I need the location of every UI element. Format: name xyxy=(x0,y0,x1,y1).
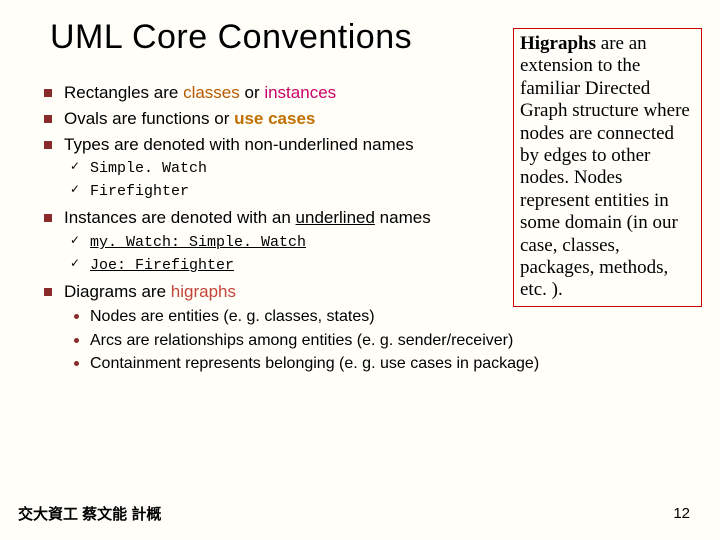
text: Ovals are functions or xyxy=(64,109,234,128)
bullet-item: Types are denoted with non-underlined na… xyxy=(42,133,502,203)
text-usecases: use cases xyxy=(234,109,315,128)
page-number: 12 xyxy=(673,505,690,522)
callout-box: Higraphs are an extension to the familia… xyxy=(513,28,702,307)
bullet-item: Ovals are functions or use cases xyxy=(42,107,502,131)
footer-left: 交大資工 蔡文能 計概 xyxy=(18,503,161,524)
text-instances: instances xyxy=(264,83,336,102)
text: or xyxy=(240,83,265,102)
text: names xyxy=(358,135,414,154)
callout-lead: Higraphs xyxy=(520,33,596,54)
sub-item: Containment represents belonging (e. g. … xyxy=(64,353,654,375)
sub-item: Nodes are entities (e. g. classes, state… xyxy=(64,306,654,328)
bullet-item: Instances are denoted with an underlined… xyxy=(42,206,502,276)
text-nonunderlined: non-underlined xyxy=(245,135,358,154)
text: Types are denoted with xyxy=(64,135,245,154)
text: Diagrams are xyxy=(64,282,171,301)
sub-item: Joe: Firefighter xyxy=(64,255,502,276)
text: names xyxy=(375,208,431,227)
bullet-list: Rectangles are classes or instances Oval… xyxy=(42,79,502,377)
sub-item: Arcs are relationships among entities (e… xyxy=(64,330,654,352)
sub-item: Simple. Watch xyxy=(64,158,502,179)
bullet-item: Diagrams are higraphs Nodes are entities… xyxy=(42,280,502,375)
text: Rectangles are xyxy=(64,83,183,102)
text-higraphs: higraphs xyxy=(171,282,236,301)
text-classes: classes xyxy=(183,83,240,102)
bullet-item: Rectangles are classes or instances xyxy=(42,81,502,105)
callout-text: are an extension to the familiar Directe… xyxy=(520,33,690,300)
text-underlined: underlined xyxy=(296,208,375,227)
sub-item: Firefighter xyxy=(64,181,502,202)
sub-item: my. Watch: Simple. Watch xyxy=(64,232,502,253)
text: Instances are denoted with an xyxy=(64,208,296,227)
